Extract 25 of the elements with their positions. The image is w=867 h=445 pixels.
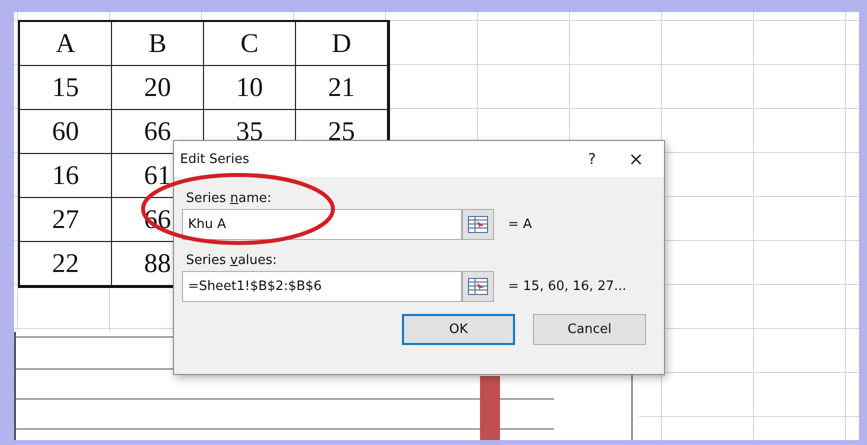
range-select-button[interactable]	[462, 271, 494, 302]
chart-bar	[480, 376, 500, 440]
column-header: D	[296, 22, 388, 66]
table-cell: 22	[20, 242, 112, 286]
column-header: B	[112, 22, 204, 66]
text-field[interactable]: =Sheet1!$B$2:$B$6	[182, 271, 462, 302]
grid-icon	[468, 216, 488, 233]
preview-text: = A	[508, 217, 532, 232]
dialog-button[interactable]: Cancel	[533, 314, 646, 345]
table-cell: 16	[20, 154, 112, 198]
table-cell: 20	[112, 66, 204, 110]
table-cell: 10	[204, 66, 296, 110]
table-cell: 15	[20, 66, 112, 110]
help-button[interactable]: ?	[570, 144, 614, 174]
preview-text: = 15, 60, 16, 27...	[508, 279, 626, 294]
table-cell: 21	[296, 66, 388, 110]
grid-icon	[468, 278, 488, 295]
text-field[interactable]: Khu A	[182, 209, 462, 240]
column-header: C	[204, 22, 296, 66]
table-cell: 27	[20, 198, 112, 242]
column-header: A	[20, 22, 112, 66]
close-button[interactable]: ×	[614, 144, 658, 174]
table-cell: 60	[20, 110, 112, 154]
range-select-button[interactable]	[462, 209, 494, 240]
dialog-button[interactable]: OK	[402, 314, 515, 345]
